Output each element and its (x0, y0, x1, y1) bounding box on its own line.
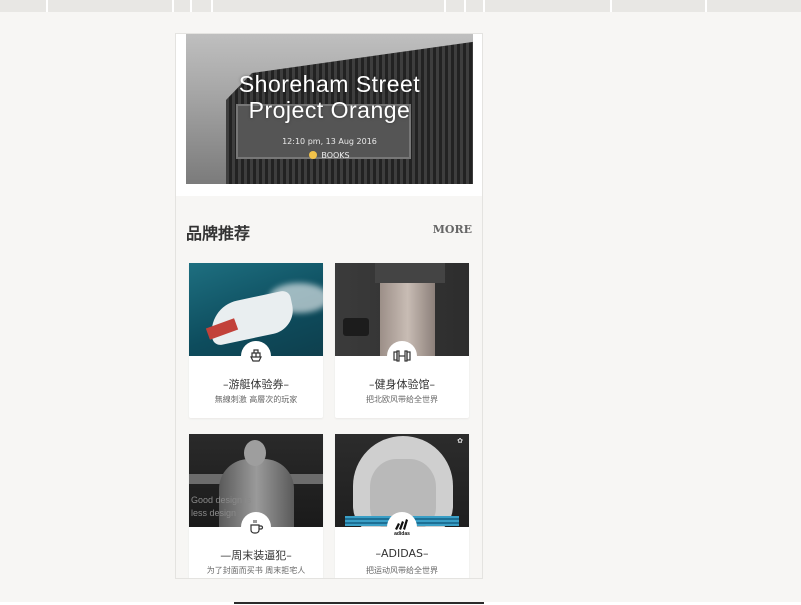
hero-category-tag[interactable]: BOOKS (186, 151, 473, 160)
top-bar-divider (190, 0, 192, 12)
card-title: –ADIDAS– (375, 547, 429, 560)
tag-dot-icon (309, 151, 318, 159)
top-bar-divider (610, 0, 612, 12)
hull-shape (205, 289, 298, 347)
card-description: 把北欧风带给全世界 (366, 395, 438, 404)
card-title: —周末装逼犯– (220, 549, 292, 562)
section-title: 品牌推荐 (186, 224, 251, 243)
hero-banner[interactable]: Shoreham Street Project Orange 12:10 pm,… (186, 34, 473, 184)
card-title: –游艇体验券– (223, 378, 289, 391)
adidas-logo-text: adidas (394, 531, 410, 536)
brand-card-weekend[interactable]: Good design is less design —周末装逼犯– 为了封面而… (189, 434, 323, 578)
top-bar-divider (211, 0, 213, 12)
card-description: 把运动风带给全世界 (366, 566, 438, 575)
card-description: 为了封面而买书 周末拒宅人 (206, 566, 306, 575)
card-title: –健身体验馆– (369, 378, 435, 391)
coffee-cup-icon (241, 512, 271, 542)
image-caption: Good design is less design (191, 494, 251, 520)
brand-card-yacht[interactable]: –游艇体验券– 無線刺激 高層次的玩家 (189, 263, 323, 418)
card-description: 無線刺激 高層次的玩家 (214, 395, 298, 404)
hero-title-line2: Project Orange (248, 97, 411, 123)
hero-title: Shoreham Street Project Orange (186, 71, 473, 123)
image-caption-line2: less design (191, 508, 237, 518)
top-bar-divider (483, 0, 485, 12)
image-caption-line1: Good design is (191, 495, 252, 505)
browser-top-bar (0, 0, 801, 12)
top-bar-divider (464, 0, 466, 12)
adidas-logo: adidas (387, 512, 417, 542)
dumbbell-icon (387, 341, 417, 371)
top-bar-divider (444, 0, 446, 12)
hero-section: Shoreham Street Project Orange 12:10 pm,… (176, 34, 482, 196)
more-link[interactable]: MORE (433, 223, 472, 236)
dumbbell-shape (343, 318, 369, 336)
mobile-page: Shoreham Street Project Orange 12:10 pm,… (175, 33, 483, 579)
hero-timestamp: 12:10 pm, 13 Aug 2016 (282, 137, 377, 146)
brand-card-gym[interactable]: –健身体验馆– 把北欧风带给全世界 (335, 263, 469, 418)
ship-icon (241, 341, 271, 371)
hero-tag-label: BOOKS (321, 151, 350, 160)
head-shape (244, 440, 266, 466)
top-bar-divider (705, 0, 707, 12)
top-bar-divider (46, 0, 48, 12)
adidas-trefoil-icon: ✿ (457, 437, 463, 445)
sports-top-shape (375, 263, 445, 283)
hero-title-line1: Shoreham Street (238, 71, 421, 97)
bottom-bar (234, 602, 484, 604)
brand-card-adidas[interactable]: ✿ adidas –ADIDAS– 把运动风带给全世界 (335, 434, 469, 578)
top-bar-divider (172, 0, 174, 12)
